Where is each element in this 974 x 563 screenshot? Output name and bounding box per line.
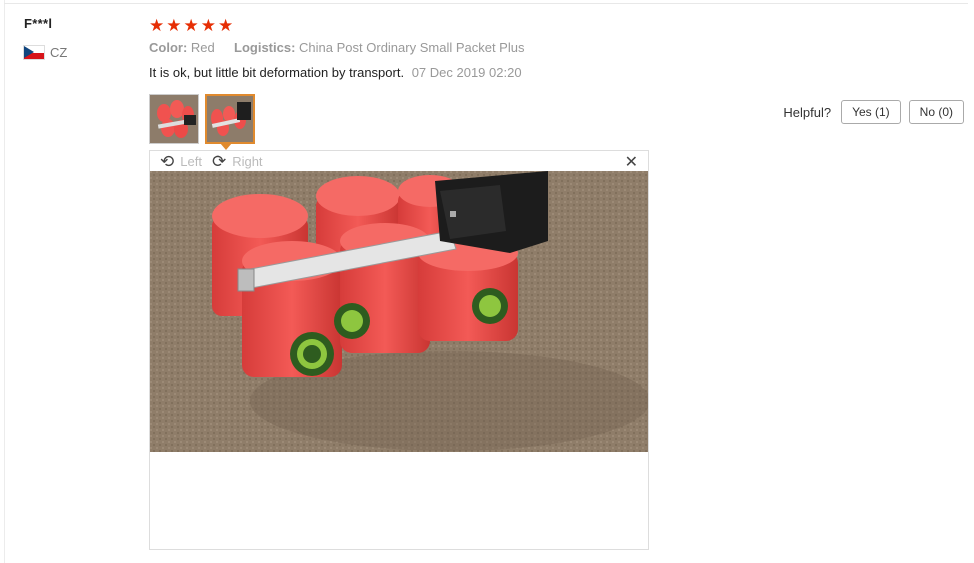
top-divider — [4, 3, 968, 4]
review-date: 07 Dec 2019 02:20 — [411, 65, 522, 80]
rotate-right-label: Right — [232, 153, 263, 169]
reviewer-name: F***l — [24, 16, 53, 31]
thumbnail-pointer-caret — [220, 143, 232, 150]
helpful-votes: Helpful? Yes (1) No (0) — [783, 100, 964, 124]
reviewer-country: CZ — [24, 45, 67, 60]
color-value: Red — [190, 40, 215, 55]
image-viewer: ⟲ Left ⟳ Right ✕ — [149, 150, 649, 550]
rotate-right-icon: ⟳ — [211, 151, 227, 171]
logistics-label: Logistics: — [234, 40, 296, 55]
country-code: CZ — [50, 45, 68, 60]
close-icon[interactable]: ✕ — [625, 152, 638, 172]
rotate-right-button[interactable]: ⟳ Right — [212, 153, 263, 170]
rotate-left-label: Left — [180, 153, 202, 169]
color-label: Color: — [149, 40, 188, 55]
review-thumbnail-selected[interactable] — [205, 94, 255, 144]
star-rating: ★ ★ ★ ★ ★ — [149, 16, 969, 36]
helpful-label: Helpful? — [783, 104, 832, 120]
star-icon: ★ — [218, 16, 234, 35]
left-divider — [4, 0, 5, 563]
review-body: ★ ★ ★ ★ ★ Color: Red Logistics: China Po… — [149, 16, 969, 80]
star-icon: ★ — [149, 16, 165, 35]
reviewer-info: F***l CZ — [24, 16, 67, 60]
czech-flag-icon — [24, 46, 44, 59]
rotate-left-button[interactable]: ⟲ Left — [160, 153, 202, 170]
star-icon: ★ — [183, 16, 199, 35]
rotate-left-icon: ⟲ — [160, 151, 175, 171]
viewer-toolbar: ⟲ Left ⟳ Right ✕ — [150, 151, 648, 172]
review-thumbnail[interactable] — [149, 94, 199, 144]
logistics-value: China Post Ordinary Small Packet Plus — [299, 40, 525, 55]
helpful-no-button[interactable]: No (0) — [908, 100, 964, 124]
helpful-yes-button[interactable]: Yes (1) — [841, 100, 901, 124]
star-icon: ★ — [200, 16, 216, 35]
order-info: Color: Red Logistics: China Post Ordinar… — [149, 40, 969, 55]
review-photo — [150, 171, 648, 452]
star-icon: ★ — [166, 16, 182, 35]
review-text: It is ok, but little bit deformation by … — [149, 65, 405, 80]
review-thumbnails — [149, 94, 255, 144]
review-text-line: It is ok, but little bit deformation by … — [149, 65, 969, 80]
